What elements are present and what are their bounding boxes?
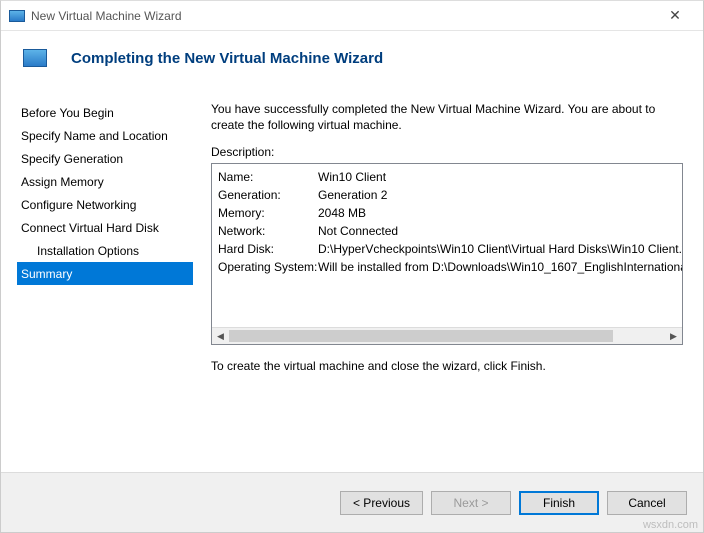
description-box: Name:Win10 ClientGeneration:Generation 2… — [211, 163, 683, 345]
sidebar-item-label: Assign Memory — [21, 175, 104, 189]
wizard-body: Before You Begin Specify Name and Locatio… — [1, 83, 703, 472]
sidebar-item-installation-options[interactable]: Installation Options — [17, 239, 193, 262]
app-icon — [9, 10, 25, 22]
description-value: Generation 2 — [318, 186, 682, 204]
description-key: Operating System: — [218, 258, 318, 276]
close-icon: ✕ — [669, 7, 681, 24]
description-label: Description: — [211, 145, 683, 159]
description-value: Will be installed from D:\Downloads\Win1… — [318, 258, 682, 276]
sidebar-item-label: Specify Name and Location — [21, 129, 168, 143]
close-button[interactable]: ✕ — [655, 2, 695, 30]
description-key: Network: — [218, 222, 318, 240]
wizard-steps-sidebar: Before You Begin Specify Name and Locatio… — [17, 83, 193, 472]
description-row: Name:Win10 Client — [218, 168, 682, 186]
description-value: Win10 Client — [318, 168, 682, 186]
description-key: Memory: — [218, 204, 318, 222]
description-row: Network:Not Connected — [218, 222, 682, 240]
finish-button[interactable]: Finish — [519, 491, 599, 515]
titlebar: New Virtual Machine Wizard ✕ — [1, 1, 703, 31]
description-value: Not Connected — [318, 222, 682, 240]
sidebar-item-specify-generation[interactable]: Specify Generation — [17, 147, 193, 170]
previous-button[interactable]: < Previous — [340, 491, 423, 515]
chevron-left-icon: ◀ — [217, 331, 224, 342]
sidebar-item-label: Before You Begin — [21, 106, 114, 120]
description-key: Hard Disk: — [218, 240, 318, 258]
scroll-right-button[interactable]: ▶ — [665, 328, 682, 344]
wizard-footer: < Previous Next > Finish Cancel — [1, 472, 703, 532]
sidebar-item-assign-memory[interactable]: Assign Memory — [17, 170, 193, 193]
wizard-icon — [23, 49, 47, 67]
sidebar-item-label: Installation Options — [37, 244, 139, 258]
description-rows: Name:Win10 ClientGeneration:Generation 2… — [212, 164, 682, 327]
scroll-thumb[interactable] — [229, 330, 613, 342]
window-title: New Virtual Machine Wizard — [31, 9, 655, 23]
cancel-button[interactable]: Cancel — [607, 491, 687, 515]
description-value: 2048 MB — [318, 204, 682, 222]
description-key: Generation: — [218, 186, 318, 204]
page-title: Completing the New Virtual Machine Wizar… — [71, 50, 383, 67]
sidebar-item-label: Summary — [21, 267, 72, 281]
sidebar-item-connect-virtual-hard-disk[interactable]: Connect Virtual Hard Disk — [17, 216, 193, 239]
next-button: Next > — [431, 491, 511, 515]
wizard-header: Completing the New Virtual Machine Wizar… — [1, 31, 703, 83]
sidebar-item-specify-name-and-location[interactable]: Specify Name and Location — [17, 124, 193, 147]
sidebar-item-label: Configure Networking — [21, 198, 136, 212]
wizard-main: You have successfully completed the New … — [193, 83, 687, 472]
description-key: Name: — [218, 168, 318, 186]
description-row: Operating System:Will be installed from … — [218, 258, 682, 276]
sidebar-item-summary[interactable]: Summary — [17, 262, 193, 285]
finish-instruction: To create the virtual machine and close … — [211, 359, 683, 373]
intro-text: You have successfully completed the New … — [211, 101, 683, 133]
sidebar-item-configure-networking[interactable]: Configure Networking — [17, 193, 193, 216]
scroll-track[interactable] — [229, 328, 665, 344]
horizontal-scrollbar[interactable]: ◀ ▶ — [212, 327, 682, 344]
description-row: Hard Disk:D:\HyperVcheckpoints\Win10 Cli… — [218, 240, 682, 258]
sidebar-item-label: Connect Virtual Hard Disk — [21, 221, 159, 235]
description-value: D:\HyperVcheckpoints\Win10 Client\Virtua… — [318, 240, 682, 258]
description-row: Generation:Generation 2 — [218, 186, 682, 204]
chevron-right-icon: ▶ — [670, 331, 677, 342]
description-row: Memory:2048 MB — [218, 204, 682, 222]
sidebar-item-label: Specify Generation — [21, 152, 123, 166]
scroll-left-button[interactable]: ◀ — [212, 328, 229, 344]
sidebar-item-before-you-begin[interactable]: Before You Begin — [17, 101, 193, 124]
